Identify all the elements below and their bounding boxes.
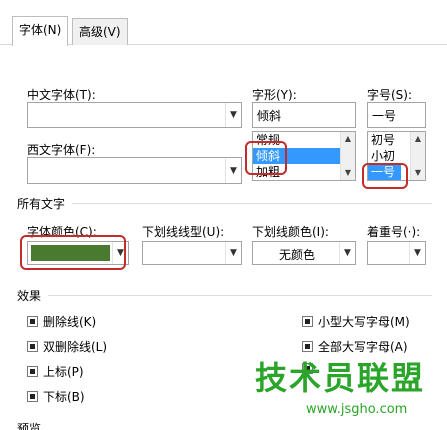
scroll-up-icon[interactable]: ▲ <box>341 132 355 146</box>
underline-color-label: 下划线颜色(I): <box>252 225 329 239</box>
chevron-down-icon[interactable]: ▼ <box>225 103 241 127</box>
scroll-down-icon[interactable]: ▼ <box>411 166 425 180</box>
emphasis-label: 着重号(·): <box>367 225 421 239</box>
chinese-font-combo[interactable]: ▼ <box>27 102 242 128</box>
font-style-input[interactable]: 倾斜 <box>252 102 356 128</box>
scroll-down-icon[interactable]: ▼ <box>341 166 355 180</box>
checkbox-indeterminate-icon <box>27 341 38 352</box>
superscript-checkbox[interactable]: 上标(P) <box>27 363 84 380</box>
font-size-input[interactable]: 一号 <box>367 102 426 128</box>
western-font-label: 西文字体(F): <box>27 143 96 157</box>
checkbox-indeterminate-icon <box>302 341 313 352</box>
preview-section-title: 预览 <box>17 422 42 430</box>
section-divider <box>48 295 432 296</box>
checkbox-indeterminate-icon <box>27 316 38 327</box>
color-highlight-outline <box>20 235 126 270</box>
font-size-scrollbar[interactable]: ▲ ▼ <box>410 132 425 180</box>
western-font-combo[interactable]: ▼ <box>27 157 242 184</box>
tab-advanced[interactable]: 高级(V) <box>72 18 128 45</box>
tab-bar: 字体(N) 高级(V) <box>0 0 447 46</box>
chevron-down-icon[interactable]: ▼ <box>225 242 241 264</box>
scroll-up-icon[interactable]: ▲ <box>411 132 425 146</box>
checkbox-indeterminate-icon <box>302 316 313 327</box>
font-style-label: 字形(Y): <box>252 88 297 102</box>
subscript-label: 下标(B) <box>43 390 85 404</box>
size-highlight-outline <box>362 163 408 189</box>
font-size-value: 一号 <box>372 109 397 123</box>
italic-highlight-outline <box>245 141 287 175</box>
checkbox-indeterminate-icon <box>27 391 38 402</box>
tab-font[interactable]: 字体(N) <box>12 16 69 46</box>
strikethrough-checkbox[interactable]: 删除线(K) <box>27 313 96 330</box>
section-divider <box>72 203 432 204</box>
font-size-label: 字号(S): <box>367 88 413 102</box>
chinese-font-label: 中文字体(T): <box>27 88 96 102</box>
underline-color-combo[interactable]: 无颜色 ▼ <box>252 241 356 265</box>
all-text-section-title: 所有文字 <box>17 197 66 211</box>
chevron-down-icon[interactable]: ▼ <box>409 242 425 264</box>
watermark-brand: 技术员联盟 <box>255 359 426 397</box>
underline-style-combo[interactable]: ▼ <box>142 241 242 265</box>
font-style-value: 倾斜 <box>257 109 282 123</box>
chevron-down-icon[interactable]: ▼ <box>339 242 355 264</box>
subscript-checkbox[interactable]: 下标(B) <box>27 388 85 405</box>
font-tab-panel: 中文字体(T): ▼ 西文字体(F): ▼ 字形(Y): 倾斜 常规 倾斜 加粗… <box>0 45 447 430</box>
underline-color-value: 无颜色 <box>279 248 316 262</box>
double-strikethrough-checkbox[interactable]: 双删除线(L) <box>27 338 107 355</box>
font-style-scrollbar[interactable]: ▲ ▼ <box>340 132 355 180</box>
font-dialog: 字体(N) 高级(V) 中文字体(T): ▼ 西文字体(F): ▼ 字形(Y):… <box>0 0 447 430</box>
superscript-label: 上标(P) <box>43 365 84 379</box>
watermark-url: www.jsgho.com <box>306 402 408 417</box>
chevron-down-icon[interactable]: ▼ <box>225 158 241 183</box>
effects-section-title: 效果 <box>17 289 42 303</box>
emphasis-combo[interactable]: ▼ <box>367 241 426 265</box>
small-caps-checkbox[interactable]: 小型大写字母(M) <box>302 313 410 330</box>
double-strikethrough-label: 双删除线(L) <box>43 340 108 354</box>
strikethrough-label: 删除线(K) <box>43 315 97 329</box>
small-caps-label: 小型大写字母(M) <box>318 315 410 329</box>
underline-style-label: 下划线线型(U): <box>142 225 225 239</box>
checkbox-indeterminate-icon <box>27 366 38 377</box>
